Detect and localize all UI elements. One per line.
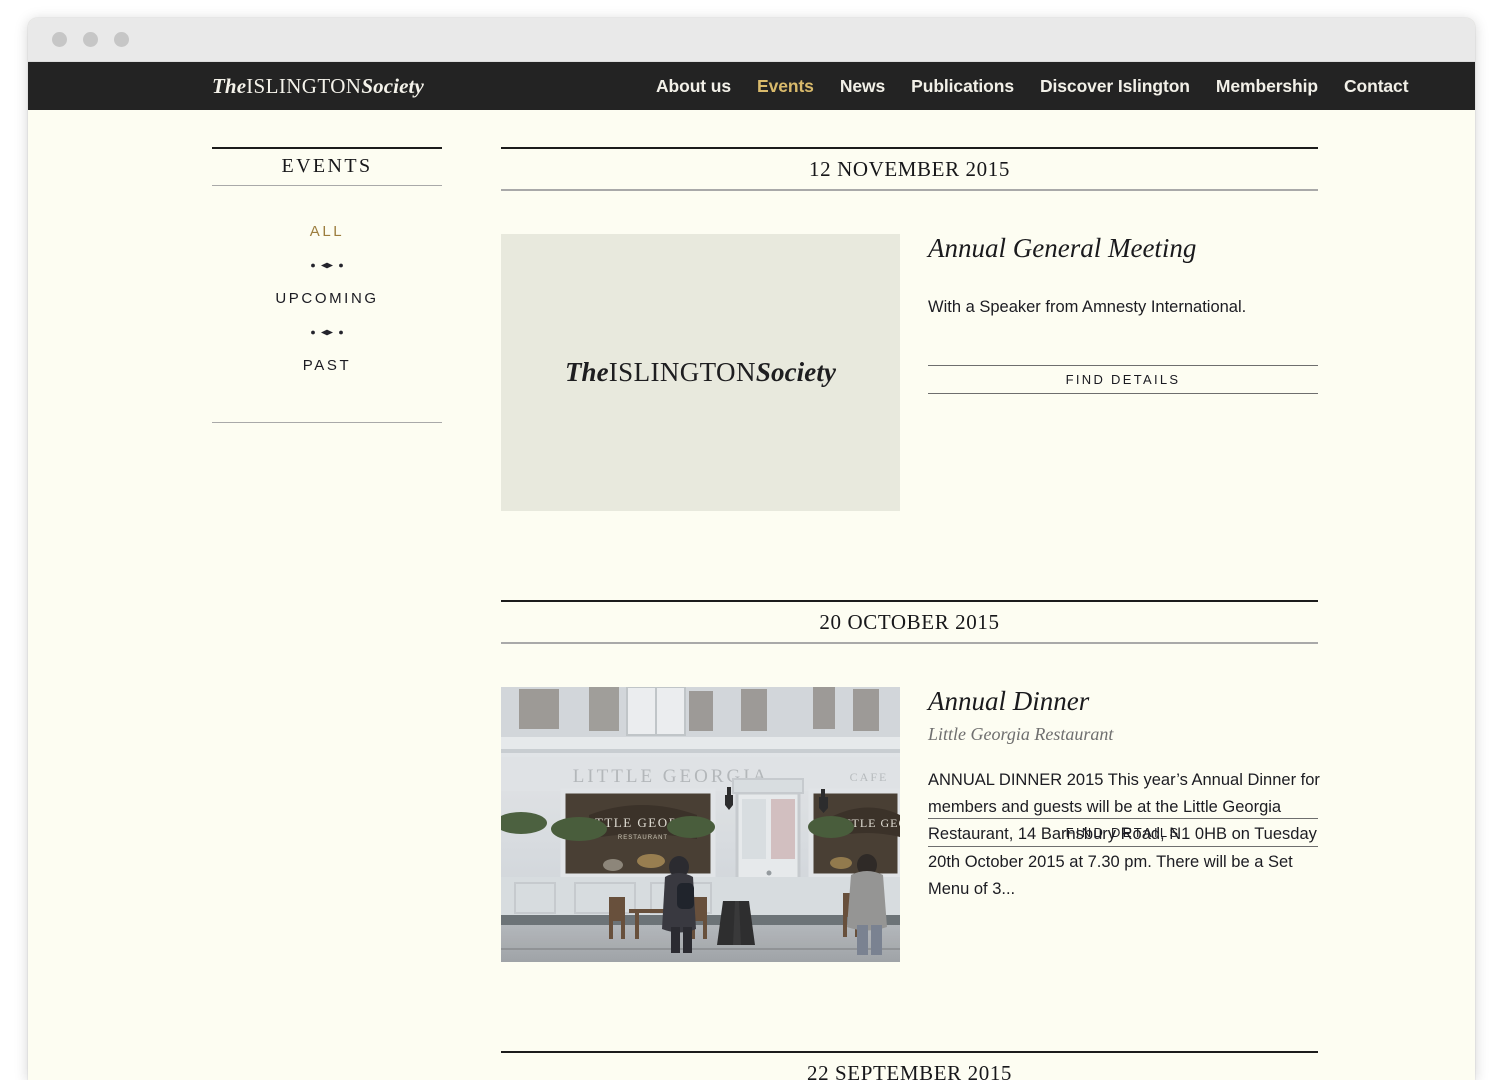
- logo-placeholder-image: TheISLINGTONSociety: [501, 234, 900, 511]
- event-title[interactable]: Annual General Meeting: [928, 234, 1321, 264]
- event-thumbnail[interactable]: TheISLINGTONSociety: [501, 234, 900, 511]
- events-list: 12 NOVEMBER 2015 TheISLINGTONSociety Ann…: [501, 110, 1321, 1080]
- window-minimize-dot[interactable]: [83, 32, 98, 47]
- nav-item-contact[interactable]: Contact: [1344, 76, 1408, 97]
- sidebar-filter-past[interactable]: PAST: [212, 354, 442, 377]
- event-subtitle: Little Georgia Restaurant: [928, 717, 1321, 745]
- logo-word-the: The: [212, 74, 246, 98]
- sidebar-title: EVENTS: [212, 149, 442, 185]
- nav-item-publications[interactable]: Publications: [911, 76, 1014, 97]
- event-date: 12 NOVEMBER 2015: [501, 149, 1318, 189]
- event-text: Annual Dinner Little Georgia Restaurant …: [928, 687, 1321, 962]
- site-logo[interactable]: TheISLINGTONSociety: [212, 74, 424, 99]
- nav-item-discover-islington[interactable]: Discover Islington: [1040, 76, 1190, 97]
- event-item: 20 OCTOBER 2015: [501, 563, 1321, 962]
- find-details-label: FIND DETAILS: [1066, 825, 1181, 840]
- find-details-button[interactable]: FIND DETAILS: [928, 365, 1318, 394]
- ornament-divider-icon: [212, 243, 442, 287]
- nav-item-news[interactable]: News: [840, 76, 885, 97]
- sidebar-filter-all[interactable]: ALL: [212, 220, 442, 243]
- logo-word-society: Society: [756, 357, 836, 387]
- nav-item-events[interactable]: Events: [757, 76, 814, 97]
- event-date: 22 SEPTEMBER 2015: [501, 1053, 1318, 1080]
- event-thumbnail[interactable]: LITTLE GEORGIA CAFE LITTLE GEORGIA RESTA…: [501, 687, 900, 962]
- placeholder-logo: TheISLINGTONSociety: [565, 357, 836, 388]
- event-description: With a Speaker from Amnesty Internationa…: [928, 264, 1320, 321]
- browser-window: TheISLINGTONSociety About us Events News…: [28, 18, 1475, 1080]
- event-date-header: 20 OCTOBER 2015: [501, 563, 1321, 644]
- logo-word-islington: ISLINGTON: [609, 357, 756, 387]
- event-text: Annual General Meeting With a Speaker fr…: [928, 234, 1321, 511]
- event-body: LITTLE GEORGIA CAFE LITTLE GEORGIA RESTA…: [501, 644, 1321, 962]
- logo-word-the: The: [565, 357, 609, 387]
- window-maximize-dot[interactable]: [114, 32, 129, 47]
- event-title[interactable]: Annual Dinner: [928, 687, 1321, 717]
- event-date-header: 22 SEPTEMBER 2015: [501, 1014, 1321, 1080]
- browser-titlebar: [28, 18, 1475, 62]
- restaurant-photo: LITTLE GEORGIA CAFE LITTLE GEORGIA RESTA…: [501, 687, 900, 962]
- event-date-header: 12 NOVEMBER 2015: [501, 110, 1321, 191]
- page-content: EVENTS ALL UPCOMING: [28, 110, 1475, 1080]
- find-details-button[interactable]: FIND DETAILS: [928, 818, 1318, 847]
- sidebar-filter-list: ALL UPCOMING PAST: [212, 186, 442, 377]
- logo-word-islington: ISLINGTON: [246, 74, 361, 98]
- ornament-divider-icon-2: [212, 310, 442, 354]
- sidebar-rule-bottom: [212, 422, 442, 423]
- main-nav: About us Events News Publications Discov…: [656, 76, 1408, 97]
- site-navbar: TheISLINGTONSociety About us Events News…: [28, 62, 1475, 110]
- event-body: TheISLINGTONSociety Annual General Meeti…: [501, 191, 1321, 511]
- logo-word-society: Society: [361, 74, 424, 98]
- event-item: 12 NOVEMBER 2015 TheISLINGTONSociety Ann…: [501, 110, 1321, 511]
- event-item: 22 SEPTEMBER 2015: [501, 1014, 1321, 1080]
- window-close-dot[interactable]: [52, 32, 67, 47]
- find-details-label: FIND DETAILS: [1066, 372, 1181, 387]
- sidebar-filter-upcoming[interactable]: UPCOMING: [212, 287, 442, 310]
- nav-item-membership[interactable]: Membership: [1216, 76, 1318, 97]
- event-date: 20 OCTOBER 2015: [501, 602, 1318, 642]
- events-sidebar: EVENTS ALL UPCOMING: [212, 147, 442, 423]
- nav-item-about-us[interactable]: About us: [656, 76, 731, 97]
